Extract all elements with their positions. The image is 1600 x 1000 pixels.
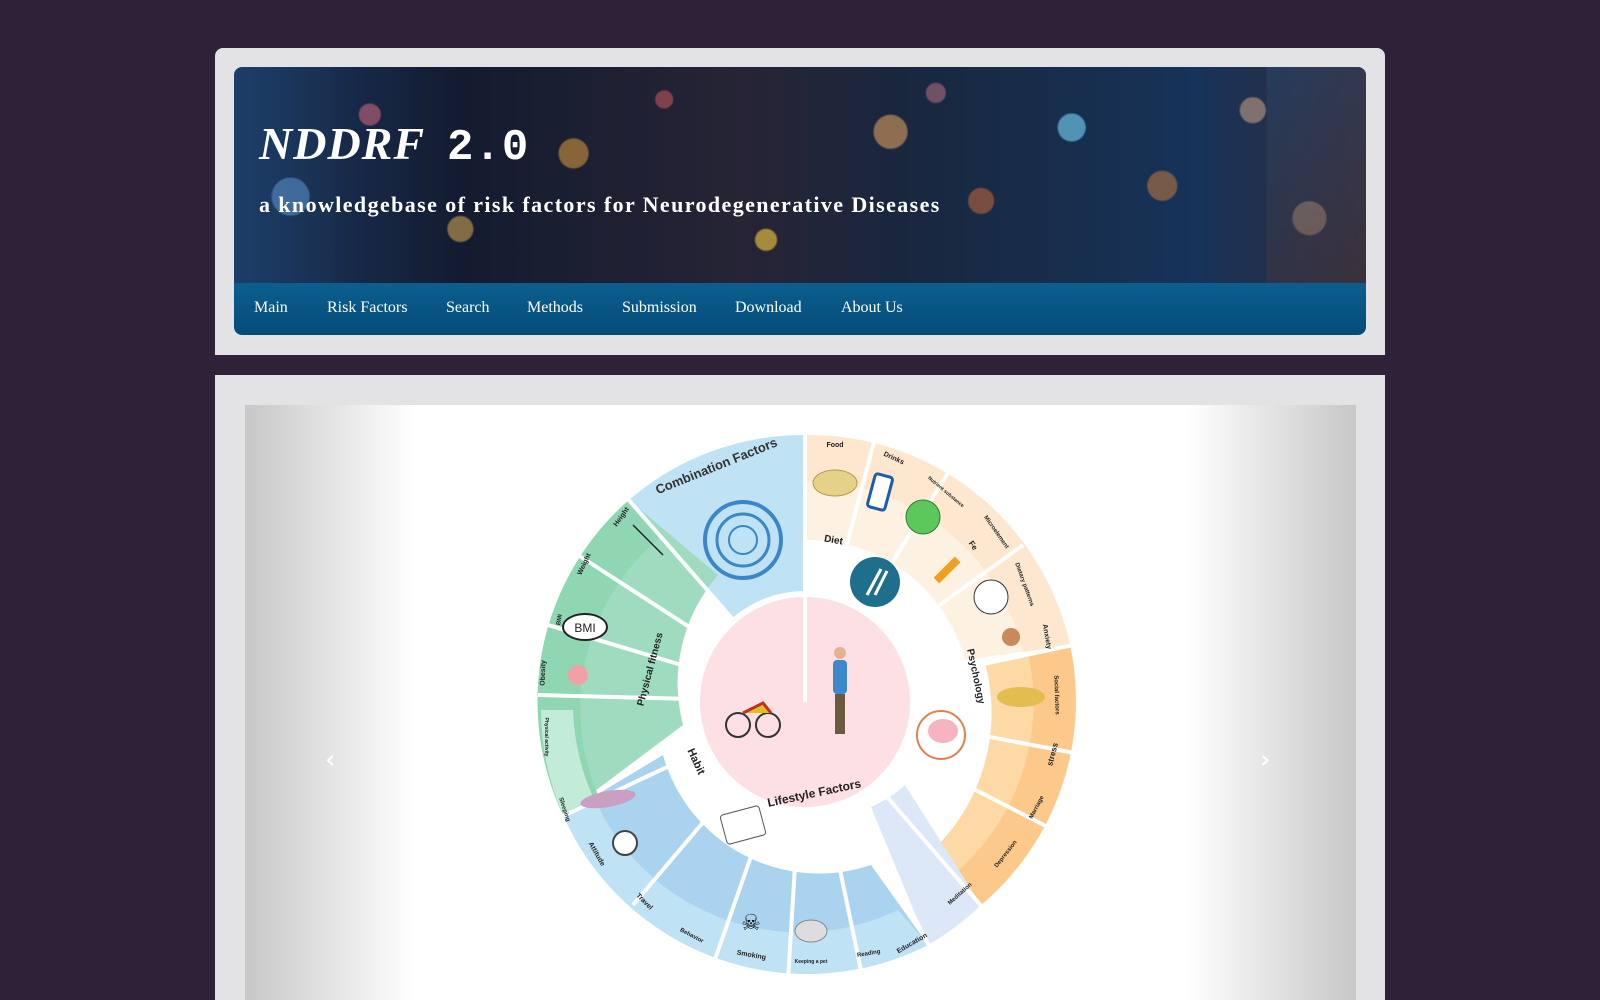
skull-icon: ☠: [741, 910, 761, 935]
image-carousel: ‹ › Lifestyle Factors Combination Factor…: [245, 405, 1356, 1000]
site-version: 2.0: [447, 123, 530, 173]
attitude-magnifier-icon: [612, 830, 638, 856]
site-title: NDDRF 2.0: [259, 117, 529, 173]
nav-about-us[interactable]: About Us: [841, 299, 903, 317]
carousel-prev-arrow[interactable]: ‹: [325, 745, 335, 775]
header-panel: NDDRF 2.0 a knowledgebase of risk factors…: [215, 48, 1385, 355]
site-subtitle: a knowledgebase of risk factors for Neur…: [259, 192, 941, 217]
food-icon: [812, 469, 858, 497]
svg-text:BMI: BMI: [574, 621, 595, 635]
header-banner: NDDRF 2.0 a knowledgebase of risk factors…: [234, 67, 1366, 283]
content-panel: ‹ › Lifestyle Factors Combination Factor…: [215, 375, 1385, 1000]
risk-factor-wheel: Lifestyle Factors Combination Factors Di…: [537, 426, 1086, 981]
nav-risk-factors[interactable]: Risk Factors: [327, 299, 407, 317]
dietary-patterns-icon: [973, 579, 1009, 615]
obesity-icon: [568, 665, 588, 685]
nav-methods[interactable]: Methods: [527, 299, 583, 317]
main-navbar: Main Risk Factors Search Methods Submiss…: [234, 283, 1366, 335]
nav-download[interactable]: Download: [735, 299, 802, 317]
fitness-physical-activity: Physical activity: [543, 718, 549, 757]
hiker-icon: [833, 660, 847, 694]
nav-search[interactable]: Search: [446, 299, 490, 317]
social-factors-icon: [997, 687, 1045, 707]
diet-food: Food: [826, 442, 843, 449]
nav-main[interactable]: Main: [254, 299, 288, 317]
carousel-prev-area[interactable]: [245, 405, 415, 1000]
nav-submission[interactable]: Submission: [622, 299, 697, 317]
carousel-next-area[interactable]: [1186, 405, 1356, 1000]
nutrient-icon: [905, 499, 941, 535]
habit-keeping-pet: Keeping a pet: [795, 959, 828, 965]
banner-right-strip: [1267, 67, 1366, 283]
carousel-next-arrow[interactable]: ›: [1260, 745, 1270, 775]
diet-label: Diet: [823, 533, 844, 547]
fitness-obesity: Obesity: [540, 660, 548, 686]
banner-overlay: [334, 67, 1266, 283]
site-title-text: NDDRF: [259, 118, 426, 169]
pet-icon: [794, 919, 828, 943]
anxiety-icon: [1002, 628, 1020, 646]
